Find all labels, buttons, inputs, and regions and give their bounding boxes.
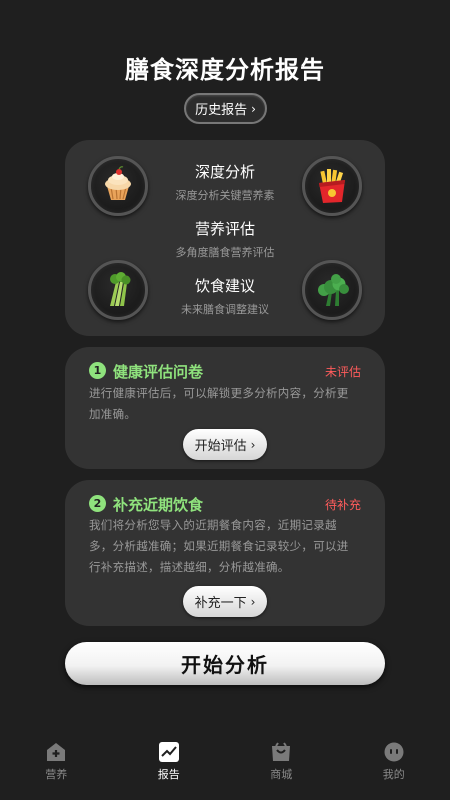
tab-mine[interactable]: 我的 xyxy=(338,740,450,800)
status-badge: 待补充 xyxy=(324,498,361,512)
feature-title-evaluation: 营养评估 xyxy=(194,220,255,238)
feature-subtitle-evaluation: 多角度膳食营养评估 xyxy=(175,246,275,259)
tab-label: 报告 xyxy=(157,768,180,781)
tab-label: 我的 xyxy=(382,768,405,781)
task-description-line: 行补充描述，描述越细，分析越准确。 xyxy=(89,560,290,574)
task-description: 进行健康评估后，可以解锁更多分析内容，分析更 加准确。 xyxy=(89,383,361,425)
task-title: 健康评估问卷 xyxy=(113,363,204,381)
chevron-right-icon: › xyxy=(251,101,256,116)
tab-label: 商城 xyxy=(270,768,293,781)
home-plus-icon xyxy=(45,742,67,762)
feature-subtitle-analysis: 深度分析关键营养素 xyxy=(175,189,275,202)
history-report-button[interactable]: 历史报告 › xyxy=(184,93,267,124)
feature-card: 深度分析 深度分析关键营养素 营养评估 多角度膳食营养评估 饮食建议 未来膳食调… xyxy=(65,140,385,336)
tab-shop[interactable]: 商城 xyxy=(225,740,338,800)
supplement-button[interactable]: 补充一下 › xyxy=(183,586,267,617)
chart-icon xyxy=(158,742,180,762)
step-number-badge: 2 xyxy=(89,495,106,512)
tab-report[interactable]: 报告 xyxy=(113,740,226,800)
history-report-label: 历史报告 xyxy=(195,103,248,118)
chevron-right-icon: › xyxy=(250,437,256,452)
health-questionnaire-card: 1 健康评估问卷 未评估 进行健康评估后，可以解锁更多分析内容，分析更 加准确。… xyxy=(65,347,385,469)
bottom-tab-bar: 营养 报告 商城 我的 xyxy=(0,740,450,800)
face-icon xyxy=(383,742,405,762)
feature-title-analysis: 深度分析 xyxy=(194,163,255,181)
supplement-label: 补充一下 xyxy=(194,596,247,611)
status-badge: 未评估 xyxy=(324,365,361,379)
task-description-line: 我们将分析您导入的近期餐食内容，近期记录越 xyxy=(89,518,337,532)
task-description-line: 加准确。 xyxy=(89,407,137,421)
feature-title-advice: 饮食建议 xyxy=(194,277,255,295)
feature-subtitle-advice: 未来膳食调整建议 xyxy=(181,303,269,316)
tab-label: 营养 xyxy=(45,768,68,781)
start-evaluation-label: 开始评估 xyxy=(194,439,247,454)
chevron-right-icon: › xyxy=(250,594,256,609)
task-title: 补充近期饮食 xyxy=(113,496,204,514)
tab-nutrition[interactable]: 营养 xyxy=(0,740,113,800)
start-evaluation-button[interactable]: 开始评估 › xyxy=(183,429,267,460)
start-analysis-button[interactable]: 开始分析 xyxy=(65,642,385,685)
step-number-badge: 1 xyxy=(89,362,106,379)
page-title: 膳食深度分析报告 xyxy=(125,56,325,84)
task-description: 我们将分析您导入的近期餐食内容，近期记录越 多，分析越准确；如果近期餐食记录较少… xyxy=(89,515,361,578)
recent-diet-card: 2 补充近期饮食 待补充 我们将分析您导入的近期餐食内容，近期记录越 多，分析越… xyxy=(65,480,385,626)
shop-bag-icon xyxy=(270,742,292,762)
task-description-line: 进行健康评估后，可以解锁更多分析内容，分析更 xyxy=(89,386,349,400)
task-description-line: 多，分析越准确；如果近期餐食记录较少，可以进 xyxy=(89,539,349,553)
